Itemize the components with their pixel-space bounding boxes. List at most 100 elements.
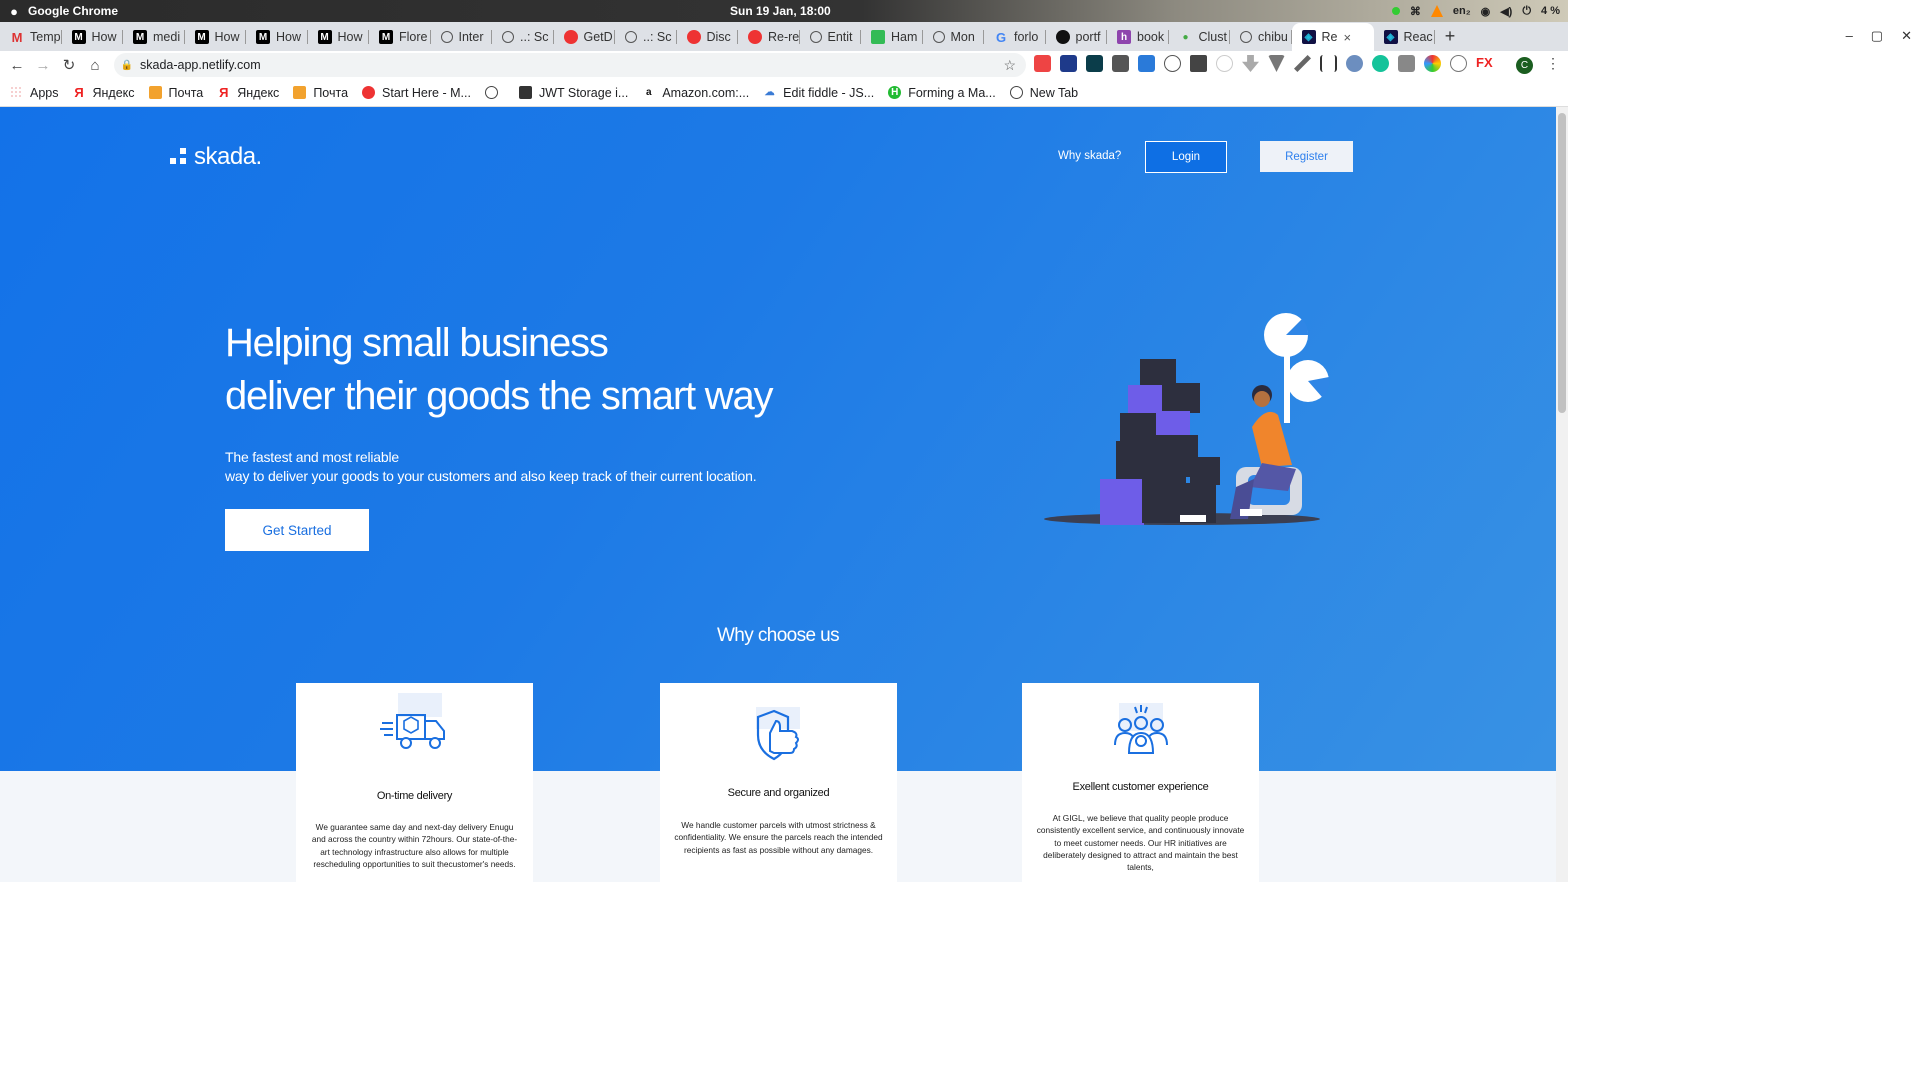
browser-tab-active[interactable]: ◈ Re × [1291, 23, 1374, 51]
bookmark-star-icon[interactable]: ☆ [1003, 57, 1016, 74]
bookmark-item[interactable]: Start Here - M... [362, 86, 471, 100]
hero-heading-line1: Helping small business [225, 321, 609, 365]
battery-level[interactable]: 4 % [1541, 5, 1560, 17]
back-arrow-icon[interactable]: ← [4, 57, 30, 74]
browser-tab[interactable]: h book [1107, 23, 1169, 51]
address-bar[interactable]: 🔒 skada-app.netlify.com ☆ [114, 53, 1026, 77]
command-icon[interactable]: ⌘ [1410, 5, 1421, 18]
medium-icon: M [194, 30, 209, 44]
tab-label: Re-re [768, 30, 800, 44]
eyedropper-extension-icon[interactable] [1294, 55, 1311, 72]
menu-kebab-icon[interactable]: ⋮ [1546, 55, 1560, 72]
fx-extension-icon[interactable]: FX [1476, 55, 1493, 72]
globe-icon [484, 86, 498, 99]
forward-arrow-icon[interactable]: → [30, 57, 56, 74]
lock-icon[interactable]: 🔒 [114, 60, 140, 71]
bookmark-item[interactable]: Почта [148, 85, 204, 100]
skada-logo[interactable]: skada. [170, 143, 262, 171]
get-started-button[interactable]: Get Started [225, 509, 369, 551]
camera-extension-icon[interactable] [1190, 55, 1207, 72]
r-extension-icon[interactable] [1138, 55, 1155, 72]
browser-tab[interactable]: portf [1046, 23, 1108, 51]
tab-label: Entit [827, 30, 853, 44]
bookmark-item[interactable]: ☁ Edit fiddle - JS... [763, 86, 875, 100]
vue-extension-icon[interactable] [1268, 55, 1285, 72]
bookmark-label: Яндекс [237, 85, 280, 100]
bookmark-item[interactable]: H Forming a Ma... [888, 86, 996, 100]
browser-tab[interactable]: M How [308, 23, 370, 51]
bookmark-item[interactable]: Я Яндекс [217, 85, 280, 100]
browser-tab[interactable]: Disc [677, 23, 739, 51]
minimize-icon[interactable]: – [1846, 28, 1853, 44]
browser-tab[interactable]: Gforlo [984, 23, 1046, 51]
bookmark-label: Почта [168, 85, 204, 100]
close-window-icon[interactable]: ✕ [1901, 28, 1912, 44]
bookmark-label: Amazon.com:... [662, 85, 750, 100]
new-extension-icon[interactable] [1060, 55, 1077, 72]
bookmark-item[interactable]: New Tab [1009, 86, 1078, 100]
bookmark-item[interactable]: JWT Storage i... [518, 86, 628, 100]
feature-card-secure: Secure and organized We handle customer … [660, 683, 897, 882]
globe-icon [1240, 31, 1252, 43]
medium-icon: M [133, 30, 147, 44]
tab-label: How [214, 30, 240, 44]
apps-grid-icon [10, 86, 23, 99]
login-button[interactable]: Login [1145, 141, 1227, 173]
bookmark-item[interactable] [484, 86, 505, 99]
browser-tab[interactable]: chibu [1230, 23, 1292, 51]
close-tab-icon[interactable]: × [1343, 30, 1351, 45]
browser-tab[interactable]: Entit [800, 23, 862, 51]
react-devtools-icon[interactable] [1086, 55, 1103, 72]
page-scrollbar[interactable] [1556, 107, 1568, 882]
browser-tab[interactable]: Mon [923, 23, 985, 51]
profile-avatar[interactable]: C [1516, 57, 1533, 74]
browser-tab[interactable]: M How [185, 23, 247, 51]
blue-extension-icon[interactable] [1346, 55, 1363, 72]
url-text[interactable]: skada-app.netlify.com [140, 58, 261, 72]
bracket-extension-icon[interactable] [1320, 55, 1337, 72]
compass-extension-icon[interactable] [1450, 55, 1467, 72]
bookmark-item[interactable]: Apps [10, 86, 59, 100]
download-extension-icon[interactable] [1242, 55, 1259, 72]
clock-extension-icon[interactable] [1216, 55, 1233, 72]
system-clock[interactable]: Sun 19 Jan, 18:00 [730, 4, 831, 18]
keyboard-layout[interactable]: en₂ [1453, 5, 1471, 17]
browser-tab[interactable]: ..: Sc [492, 23, 554, 51]
apple-icon[interactable]: ● [0, 4, 28, 19]
c-extension-icon[interactable] [1398, 55, 1415, 72]
grammarly-icon[interactable] [1372, 55, 1389, 72]
tab-label: portf [1075, 30, 1101, 44]
browser-tab[interactable]: M How [62, 23, 124, 51]
home-icon[interactable]: ⌂ [82, 57, 108, 74]
browser-tab[interactable]: GetD [554, 23, 616, 51]
volume-icon[interactable]: ◀) [1500, 5, 1512, 18]
bookmark-item[interactable]: Почта [293, 86, 348, 100]
new-tab-plus-icon[interactable]: + [1435, 23, 1465, 51]
browser-tab[interactable]: Mmedi [123, 23, 185, 51]
pdf-extension-icon[interactable] [1034, 55, 1051, 72]
browser-tab[interactable]: ..: Sc [615, 23, 677, 51]
bookmark-item[interactable]: Я Яндекс [73, 85, 134, 100]
network-icon[interactable]: ◉ [1481, 5, 1491, 18]
browser-tab[interactable]: ● Clust [1169, 23, 1231, 51]
why-skada-link[interactable]: Why skada? [1058, 150, 1121, 162]
vlc-icon[interactable] [1430, 5, 1443, 17]
register-button[interactable]: Register [1260, 141, 1353, 172]
tab-label: Flore [399, 30, 428, 44]
browser-tab[interactable]: Ham [861, 23, 923, 51]
list-extension-icon[interactable] [1112, 55, 1129, 72]
browser-tab[interactable]: M How [246, 23, 308, 51]
hackerrank-icon: H [888, 86, 902, 99]
browser-tab[interactable]: M Flore [369, 23, 431, 51]
maximize-icon[interactable]: ▢ [1871, 28, 1883, 44]
browser-tab[interactable]: Inter [431, 23, 493, 51]
browser-tab[interactable]: ◈ Reac [1374, 23, 1436, 51]
browser-tab[interactable]: M Temp [0, 23, 62, 51]
circle-extension-icon[interactable] [1164, 55, 1181, 72]
bookmark-item[interactable]: a Amazon.com:... [642, 86, 749, 100]
browser-tab[interactable]: Re-re [738, 23, 800, 51]
reload-icon[interactable]: ↻ [56, 56, 82, 74]
power-icon[interactable]: ⏻ [1522, 5, 1531, 18]
color-extension-icon[interactable] [1424, 55, 1441, 72]
scrollbar-thumb[interactable] [1558, 113, 1566, 413]
